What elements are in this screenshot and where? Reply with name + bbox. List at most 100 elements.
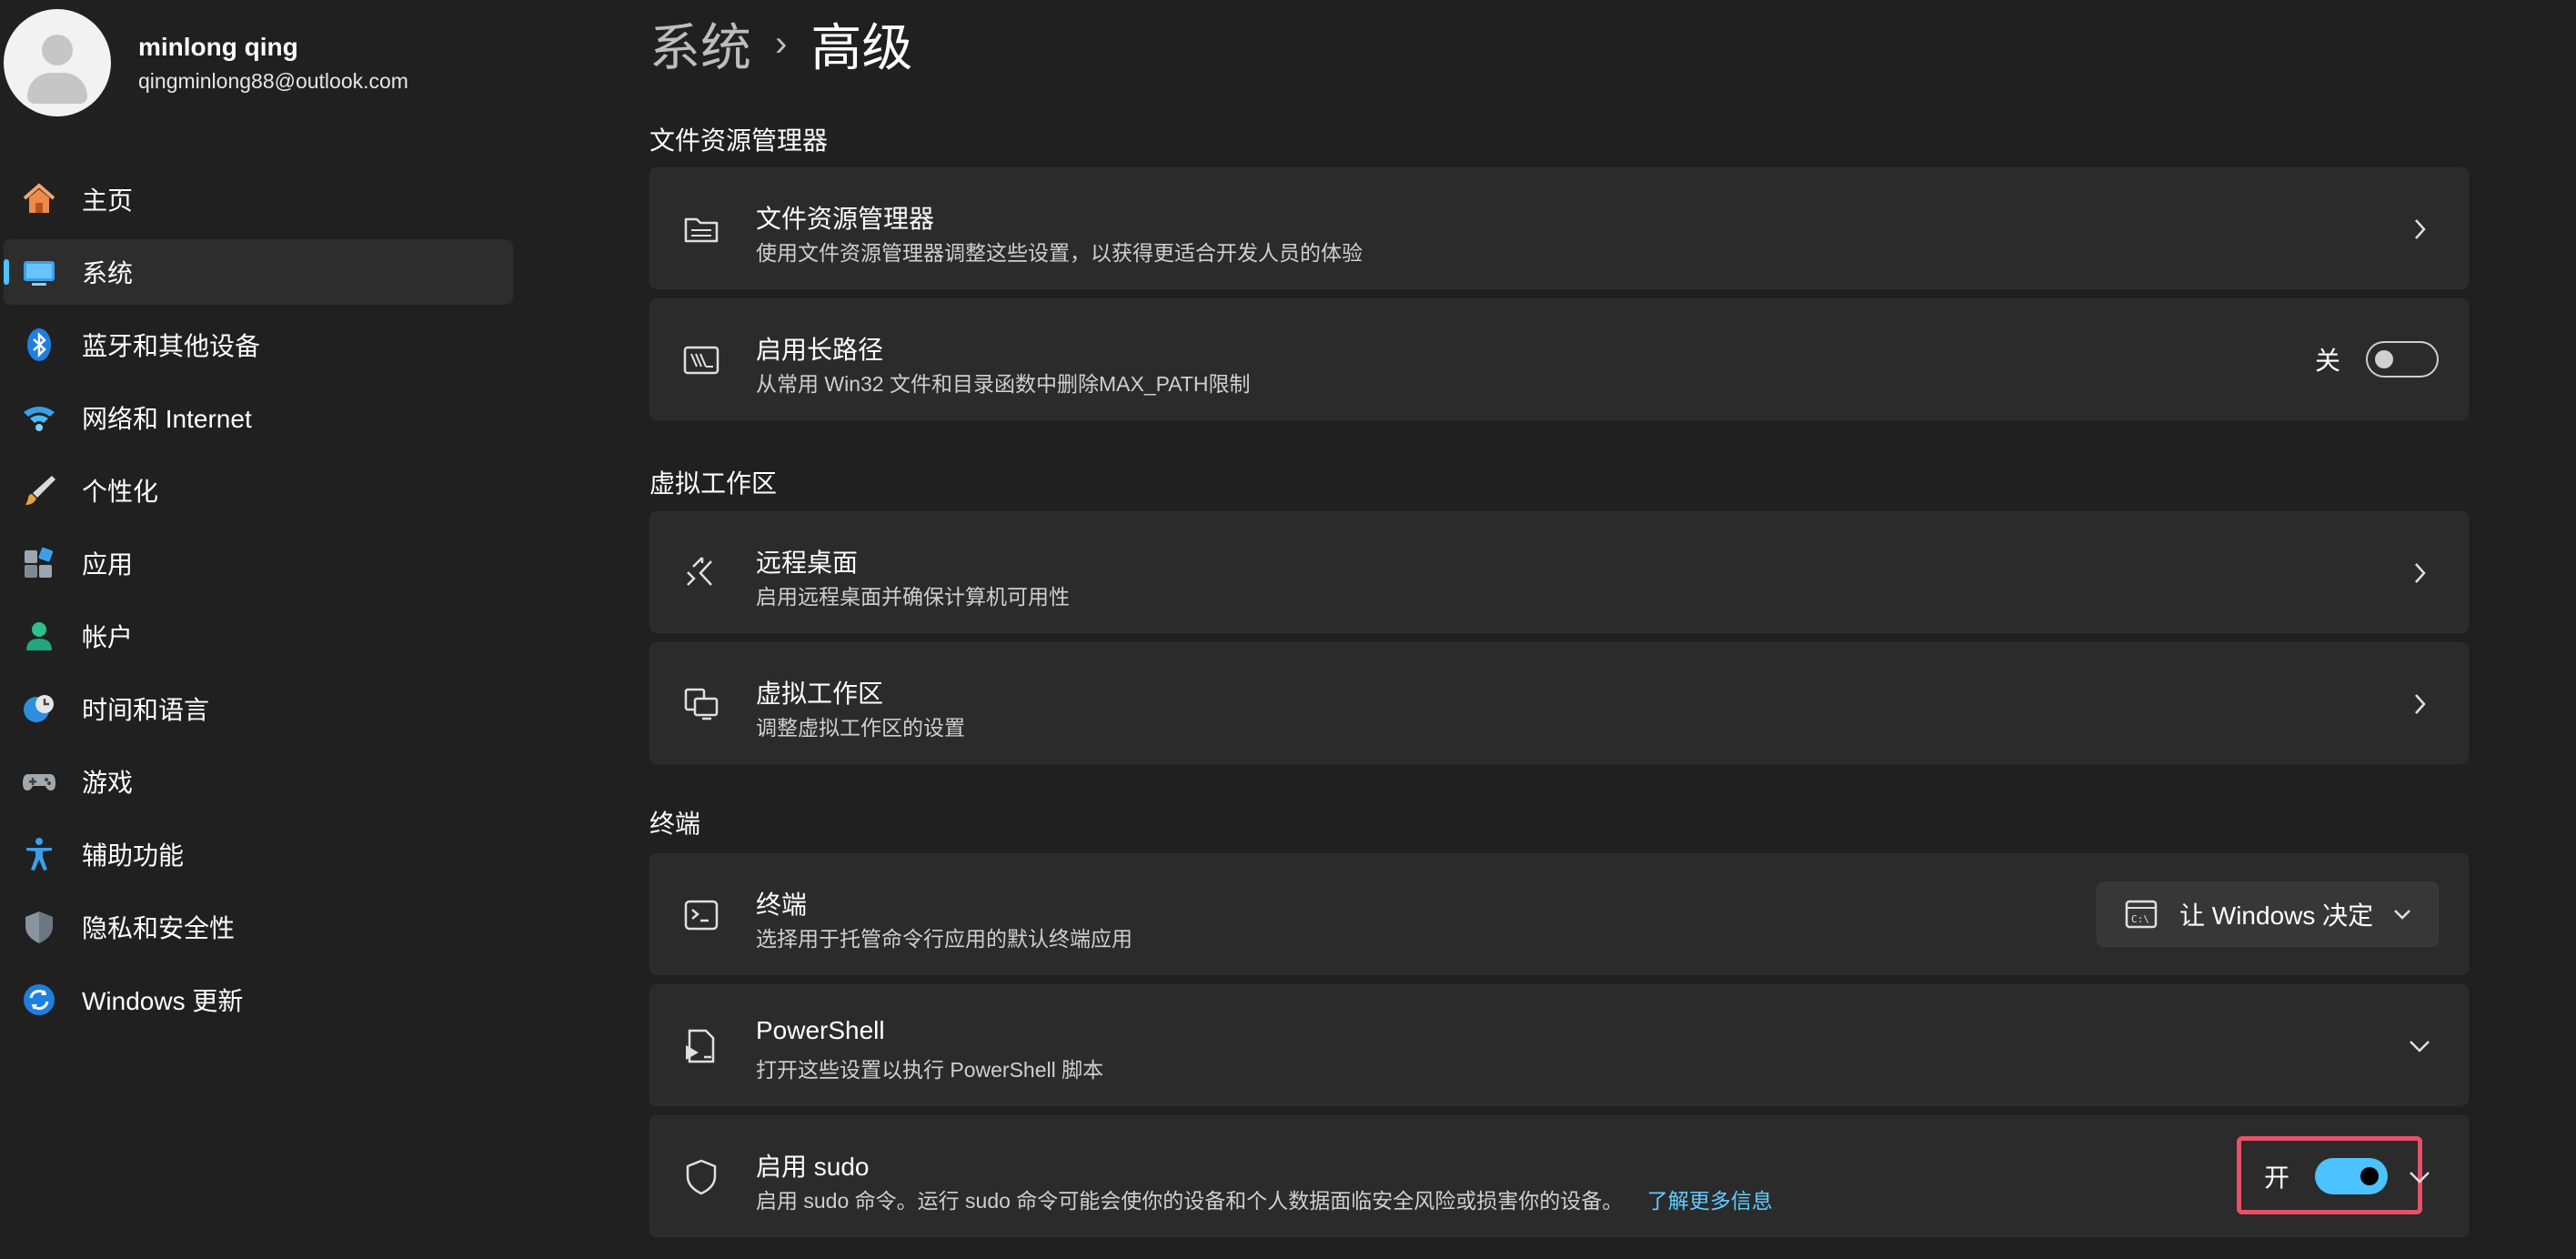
card-virtual-workspace[interactable]: 虚拟工作区 调整虚拟工作区的设置 (649, 642, 2469, 764)
card-remote-desktop[interactable]: 远程桌面 启用远程桌面并确保计算机可用性 (649, 511, 2469, 633)
sidebar-item-gaming[interactable]: 游戏 (4, 749, 513, 814)
card-long-paths: 启用长路径 从常用 Win32 文件和目录函数中删除MAX_PATH限制 关 (649, 298, 2469, 420)
user-profile[interactable]: minlong qing qingminlong88@outlook.com (4, 9, 408, 116)
user-email: qingminlong88@outlook.com (138, 68, 408, 93)
sidebar-item-accounts[interactable]: 帐户 (4, 603, 513, 669)
card-description: 启用 sudo 命令。运行 sudo 命令可能会使你的设备和个人数据面临安全风险… (756, 1183, 1773, 1214)
wifi-icon (20, 398, 58, 437)
sidebar-item-apps[interactable]: 应用 (4, 530, 513, 596)
home-icon (20, 180, 58, 218)
sidebar-item-network[interactable]: 网络和 Internet (4, 385, 513, 450)
card-enable-sudo: 启用 sudo 启用 sudo 命令。运行 sudo 命令可能会使你的设备和个人… (649, 1115, 2469, 1237)
toggle-knob (2375, 350, 2393, 368)
card-description: 选择用于托管命令行应用的默认终端应用 (756, 927, 1132, 951)
avatar-body (27, 73, 87, 104)
card-description: 启用远程桌面并确保计算机可用性 (756, 585, 1070, 609)
chevron-down-icon (2390, 902, 2414, 926)
sidebar-item-personalization[interactable]: 个性化 (4, 458, 513, 523)
card-terminal: 终端 选择用于托管命令行应用的默认终端应用 C:\ 让 Windows 决定 (649, 853, 2469, 975)
card-title: 启用 sudo (756, 1153, 870, 1181)
card-description: 使用文件资源管理器调整这些设置，以获得更适合开发人员的体验 (756, 241, 1363, 265)
sudo-description-text: 启用 sudo 命令。运行 sudo 命令可能会使你的设备和个人数据面临安全风险… (756, 1189, 1624, 1213)
long-paths-toggle-group: 关 (2315, 341, 2439, 378)
apps-icon (20, 544, 58, 582)
breadcrumb-separator: › (775, 23, 788, 64)
sidebar-item-label: 隐私和安全性 (82, 914, 236, 942)
sidebar: minlong qing qingminlong88@outlook.com 主… (0, 0, 528, 1259)
windows-update-icon (20, 981, 58, 1019)
card-title: 终端 (756, 891, 808, 919)
sidebar-item-label: 帐户 (82, 623, 134, 651)
card-title: PowerShell (756, 1016, 885, 1044)
folder-icon (681, 209, 721, 249)
card-powershell[interactable]: PowerShell 打开这些设置以执行 PowerShell 脚本 (649, 984, 2469, 1106)
virtual-workspace-icon (681, 684, 721, 724)
shield-outline-icon (681, 1157, 721, 1197)
sidebar-item-home[interactable]: 主页 (4, 166, 513, 232)
command-window-icon: C:\ (2125, 898, 2158, 931)
learn-more-link[interactable]: 了解更多信息 (1647, 1189, 1773, 1213)
system-icon (20, 253, 58, 291)
remote-desktop-icon (681, 553, 721, 593)
card-title: 文件资源管理器 (756, 205, 935, 233)
breadcrumb-parent[interactable]: 系统 (649, 7, 751, 81)
toggle-knob (2360, 1167, 2379, 1185)
sidebar-item-bluetooth[interactable]: 蓝牙和其他设备 (4, 312, 513, 378)
section-title-virtual-workspaces: 虚拟工作区 (649, 469, 778, 498)
gamepad-icon (20, 762, 58, 801)
sidebar-item-label: 蓝牙和其他设备 (82, 332, 261, 360)
sidebar-item-label: 系统 (82, 259, 134, 287)
user-info: minlong qing qingminlong88@outlook.com (138, 33, 408, 94)
card-description: 打开这些设置以执行 PowerShell 脚本 (756, 1058, 1104, 1082)
bluetooth-icon (20, 326, 58, 364)
terminal-icon (681, 895, 721, 935)
card-title: 远程桌面 (756, 549, 859, 577)
powershell-icon (681, 1026, 721, 1066)
sidebar-item-label: 主页 (82, 186, 134, 215)
settings-window: minlong qing qingminlong88@outlook.com 主… (0, 0, 2576, 1259)
user-name: minlong qing (138, 32, 298, 61)
dropdown-selected-value: 让 Windows 决定 (2179, 901, 2374, 930)
sidebar-item-accessibility[interactable]: 辅助功能 (4, 821, 513, 887)
sidebar-nav: 主页 系统 蓝牙和其他设备 网络和 Internet 个性化 应用 帐户 时间和… (4, 166, 513, 1040)
chevron-right-icon (2404, 689, 2435, 720)
card-title: 启用长路径 (756, 336, 884, 364)
time-language-icon (20, 690, 58, 728)
long-paths-toggle[interactable] (2366, 341, 2439, 378)
shield-icon (20, 908, 58, 946)
breadcrumb: 系统 › 高级 (649, 7, 912, 80)
sidebar-item-time-language[interactable]: 时间和语言 (4, 676, 513, 741)
section-title-file-explorer: 文件资源管理器 (649, 126, 829, 155)
long-path-icon (681, 340, 721, 380)
card-description: 调整虚拟工作区的设置 (756, 716, 965, 740)
card-file-explorer[interactable]: 文件资源管理器 使用文件资源管理器调整这些设置，以获得更适合开发人员的体验 (649, 167, 2469, 289)
sidebar-item-windows-update[interactable]: Windows 更新 (4, 967, 513, 1032)
toggle-state-label: 开 (2263, 1163, 2289, 1192)
sidebar-item-label: 个性化 (82, 478, 159, 506)
sudo-toggle[interactable] (2315, 1158, 2388, 1194)
toggle-state-label: 关 (2314, 347, 2340, 375)
chevron-right-icon (2404, 558, 2435, 589)
sidebar-item-label: 游戏 (82, 769, 134, 797)
avatar[interactable] (4, 9, 111, 116)
avatar-head (42, 35, 73, 65)
section-title-terminal: 终端 (649, 810, 701, 838)
sidebar-item-privacy[interactable]: 隐私和安全性 (4, 894, 513, 960)
sidebar-item-label: 辅助功能 (82, 841, 185, 870)
chevron-down-icon[interactable] (2404, 1162, 2435, 1193)
chevron-down-icon[interactable] (2404, 1031, 2435, 1062)
page-title: 高级 (810, 18, 913, 76)
sidebar-item-system[interactable]: 系统 (4, 239, 513, 305)
account-icon (20, 617, 58, 655)
sudo-toggle-group: 开 (2264, 1158, 2388, 1194)
default-terminal-dropdown[interactable]: C:\ 让 Windows 决定 (2097, 881, 2439, 947)
sidebar-item-label: 网络和 Internet (82, 405, 252, 433)
brush-icon (20, 471, 58, 509)
accessibility-icon (20, 835, 58, 873)
card-description: 从常用 Win32 文件和目录函数中删除MAX_PATH限制 (756, 372, 1251, 396)
sidebar-item-label: 应用 (82, 550, 134, 579)
svg-text:C:\: C:\ (2131, 913, 2149, 925)
card-title: 虚拟工作区 (756, 680, 884, 708)
sidebar-item-label: 时间和语言 (82, 696, 210, 724)
sidebar-item-label: Windows 更新 (82, 987, 244, 1015)
